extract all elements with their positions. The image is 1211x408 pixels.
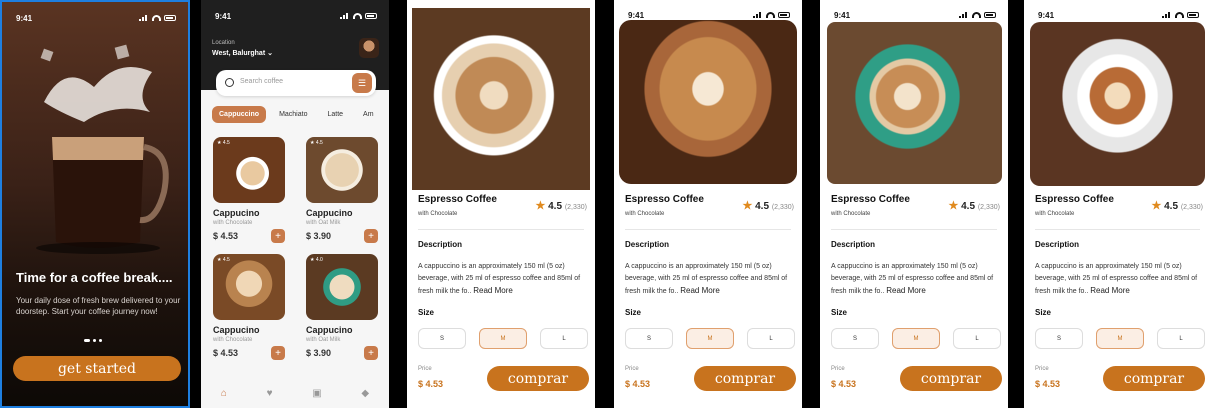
product-image: ★ 4.0 xyxy=(306,254,378,320)
price: $ 4.53 xyxy=(418,379,444,389)
sliders-icon: ☰ xyxy=(357,77,367,88)
battery-icon xyxy=(778,12,790,18)
size-selector: S M L xyxy=(418,328,588,349)
splash-subtitle: Your daily dose of fresh brew delivered … xyxy=(16,296,181,316)
size-l-button[interactable]: L xyxy=(953,328,1001,349)
filter-button[interactable]: ☰ xyxy=(352,73,372,93)
tab-machiato[interactable]: Machiato xyxy=(272,106,314,123)
description: A cappuccino is an approximately 150 ml … xyxy=(418,263,581,295)
status-time: 9:41 xyxy=(16,13,33,23)
size-m-button[interactable]: M xyxy=(1096,328,1144,349)
signal-icon xyxy=(139,15,149,21)
add-button[interactable]: + xyxy=(364,229,378,243)
get-started-button[interactable]: get started xyxy=(13,356,181,381)
star-icon: ★ xyxy=(535,200,546,212)
buy-button[interactable]: comprar xyxy=(694,366,796,391)
size-m-button[interactable]: M xyxy=(892,328,940,349)
star-icon: ★ xyxy=(1151,200,1162,212)
battery-icon xyxy=(984,12,996,18)
product-card[interactable]: ★ 4.5 Cappucino with Chocolate $ 4.53 + xyxy=(213,254,287,360)
product-image: ★ 4.5 xyxy=(306,137,378,203)
read-more-link[interactable]: Read More xyxy=(680,286,720,295)
location-selector[interactable]: West, Balurghat ⌄ xyxy=(212,49,273,57)
coffee-hero-image xyxy=(619,20,797,184)
size-s-button[interactable]: S xyxy=(418,328,466,349)
buy-button[interactable]: comprar xyxy=(1103,366,1205,391)
bag-icon[interactable]: ▣ xyxy=(312,388,321,399)
product-card[interactable]: ★ 4.5 Cappucino with Chocolate $ 4.53 + xyxy=(213,137,287,243)
avatar[interactable] xyxy=(359,38,379,58)
size-s-button[interactable]: S xyxy=(625,328,673,349)
star-icon: ★ xyxy=(742,200,753,212)
tab-latte[interactable]: Latte xyxy=(320,106,350,123)
battery-icon xyxy=(164,15,176,21)
search-bar[interactable]: Search coffee ☰ xyxy=(216,70,376,96)
product-card[interactable]: ★ 4.0 Cappucino with Oat Milk $ 3.90 + xyxy=(306,254,380,360)
read-more-link[interactable]: Read More xyxy=(473,286,513,295)
wifi-icon xyxy=(152,15,161,21)
add-button[interactable]: + xyxy=(271,346,285,360)
detail-screen-2: 9:41 Espresso Coffee with Chocolate ★ 4.… xyxy=(614,0,802,408)
tab-cappuccino[interactable]: Cappuccino xyxy=(212,106,267,123)
battery-icon xyxy=(365,13,377,19)
size-s-button[interactable]: S xyxy=(831,328,879,349)
signal-icon xyxy=(340,13,350,19)
search-input[interactable]: Search coffee xyxy=(240,78,283,85)
bottom-nav: ⌂ ♥ ▣ ◆ xyxy=(201,378,389,408)
splash-screen: 9:41 Time for a coffee break.... Your da… xyxy=(0,0,190,408)
status-time: 9:41 xyxy=(215,11,232,21)
product-image: ★ 4.5 xyxy=(213,137,285,203)
product-variant: with Chocolate xyxy=(418,211,458,217)
signal-icon xyxy=(959,12,969,18)
location-label: Location xyxy=(212,40,235,46)
tab-americano[interactable]: Am xyxy=(356,106,381,123)
read-more-link[interactable]: Read More xyxy=(886,286,926,295)
add-button[interactable]: + xyxy=(364,346,378,360)
size-l-button[interactable]: L xyxy=(540,328,588,349)
size-m-button[interactable]: M xyxy=(479,328,527,349)
detail-screen-4: 9:41 Espresso Coffee with Chocolate ★ 4.… xyxy=(1024,0,1211,408)
status-bar: 9:41 xyxy=(16,12,176,24)
bell-icon[interactable]: ◆ xyxy=(361,388,369,399)
size-l-button[interactable]: L xyxy=(747,328,795,349)
page-indicator xyxy=(84,339,102,342)
heart-icon[interactable]: ♥ xyxy=(267,388,273,399)
chevron-down-icon: ⌄ xyxy=(267,50,273,57)
battery-icon xyxy=(1187,12,1199,18)
rating: ★ 4.5 (2,330) xyxy=(535,200,587,212)
product-title: Espresso Coffee xyxy=(418,194,497,205)
coffee-hero-image xyxy=(1030,22,1205,186)
wifi-icon xyxy=(766,12,775,18)
wifi-icon xyxy=(1175,12,1184,18)
buy-button[interactable]: comprar xyxy=(487,366,589,391)
buy-button[interactable]: comprar xyxy=(900,366,1002,391)
splash-title: Time for a coffee break.... xyxy=(16,270,173,285)
home-icon[interactable]: ⌂ xyxy=(221,388,227,399)
coffee-splash-image xyxy=(36,44,169,254)
size-m-button[interactable]: M xyxy=(686,328,734,349)
search-icon xyxy=(225,78,234,87)
wifi-icon xyxy=(972,12,981,18)
size-l-button[interactable]: L xyxy=(1157,328,1205,349)
product-image: ★ 4.5 xyxy=(213,254,285,320)
product-card[interactable]: ★ 4.5 Cappucino with Oat Milk $ 3.90 + xyxy=(306,137,380,243)
wifi-icon xyxy=(353,13,362,19)
status-bar: 9:41 xyxy=(1038,9,1199,21)
read-more-link[interactable]: Read More xyxy=(1090,286,1130,295)
status-bar: 9:41 xyxy=(215,10,377,22)
signal-icon xyxy=(753,12,763,18)
star-icon: ★ xyxy=(948,200,959,212)
coffee-hero-image xyxy=(412,8,590,190)
home-screen: 9:41 Location West, Balurghat ⌄ Search c… xyxy=(201,0,389,408)
size-s-button[interactable]: S xyxy=(1035,328,1083,349)
detail-screen-3: 9:41 Espresso Coffee with Chocolate ★ 4.… xyxy=(820,0,1008,408)
coffee-hero-image xyxy=(827,22,1002,184)
add-button[interactable]: + xyxy=(271,229,285,243)
detail-screen-1: Espresso Coffee with Chocolate ★ 4.5 (2,… xyxy=(407,0,595,408)
status-bar: 9:41 xyxy=(834,9,996,21)
signal-icon xyxy=(1162,12,1172,18)
category-tabs: Cappuccino Machiato Latte Am xyxy=(212,106,381,123)
